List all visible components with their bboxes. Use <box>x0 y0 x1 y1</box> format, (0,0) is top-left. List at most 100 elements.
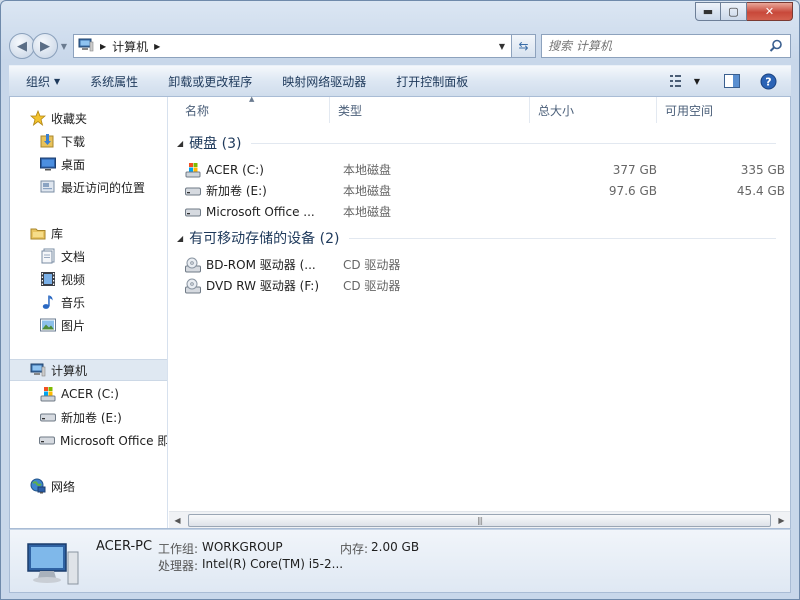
nav-drive-c-label: ACER (C:) <box>61 387 119 401</box>
minimize-button[interactable]: ▬ <box>695 2 721 21</box>
nav-recent-label: 最近访问的位置 <box>61 180 146 195</box>
optical-drive-icon <box>185 278 201 294</box>
nav-music-label: 音乐 <box>61 295 86 310</box>
preview-pane-button[interactable] <box>724 74 740 88</box>
drive-row[interactable]: 新加卷 (E:) 本地磁盘 97.6 GB 45.4 GB <box>185 180 785 201</box>
recent-places-icon <box>39 179 56 195</box>
drive-row[interactable]: ACER (C:) 本地磁盘 377 GB 335 GB <box>185 159 785 180</box>
chevron-down-icon: ▼ <box>60 41 68 51</box>
nav-videos[interactable]: 视频 <box>10 268 167 290</box>
open-control-panel-button[interactable]: 打开控制面板 <box>381 66 483 96</box>
refresh-button[interactable]: ⇆ <box>512 34 536 58</box>
drive-type: CD 驱动器 <box>343 258 401 272</box>
drive-row[interactable]: Microsoft Office ... 本地磁盘 <box>185 201 776 222</box>
nav-libraries[interactable]: 库 <box>10 222 167 244</box>
drive-row[interactable]: BD-ROM 驱动器 (... CD 驱动器 <box>185 254 776 275</box>
arrow-right-icon: ▶ <box>778 515 785 525</box>
organize-button[interactable]: 组织 ▼ <box>9 66 75 96</box>
drive-type: 本地磁盘 <box>343 163 392 177</box>
nav-drive-office[interactable]: Microsoft Office 即 <box>10 429 167 451</box>
column-name[interactable]: 名称 <box>177 97 330 123</box>
video-icon <box>39 271 56 287</box>
nav-music[interactable]: 音乐 <box>10 291 167 313</box>
view-options-button[interactable]: ▼ <box>669 75 700 87</box>
nav-drive-e[interactable]: 新加卷 (E:) <box>10 406 167 428</box>
scroll-right-button[interactable]: ▶ <box>773 512 790 529</box>
drive-type: 本地磁盘 <box>343 205 392 219</box>
scroll-left-button[interactable]: ◀ <box>169 512 186 529</box>
address-bar[interactable]: ▶ 计算机 ▶ ▼ <box>73 34 512 58</box>
memory-value: 2.00 GB <box>371 540 420 554</box>
nav-computer-label: 计算机 <box>51 363 88 378</box>
column-free-space[interactable]: 可用空间 <box>657 97 787 123</box>
recent-pages-dropdown[interactable]: ▼ <box>58 42 70 51</box>
drive-type: CD 驱动器 <box>343 279 401 293</box>
close-button[interactable]: ✕ <box>747 2 793 21</box>
organize-label: 组织 <box>26 74 51 89</box>
column-total-size[interactable]: 总大小 <box>530 97 657 123</box>
nav-libraries-label: 库 <box>51 226 64 241</box>
view-list-icon <box>669 75 681 87</box>
navigation-pane[interactable]: 收藏夹 下载 桌面 最近访问的位置 库 文档 视频 音乐 图片 计算机 ACER… <box>10 97 168 528</box>
column-type[interactable]: 类型 <box>330 97 530 123</box>
forward-button[interactable]: ▶ <box>32 33 58 59</box>
uninstall-program-button[interactable]: 卸载或更改程序 <box>153 66 267 96</box>
address-dropdown-icon[interactable]: ▼ <box>499 42 505 51</box>
arrow-left-icon: ◀ <box>17 38 27 54</box>
group-divider <box>251 142 776 144</box>
refresh-icon: ⇆ <box>518 39 529 53</box>
group-removable-storage[interactable]: ◢ 有可移动存储的设备 (2) <box>177 228 776 248</box>
help-button[interactable]: ? <box>760 73 777 90</box>
uninstall-label: 卸载或更改程序 <box>168 74 253 89</box>
nav-drive-c[interactable]: ACER (C:) <box>10 383 167 405</box>
optical-drive-icon <box>185 257 201 273</box>
explorer-window: ▬ ▢ ✕ ◀ ▶ ▼ ▶ 计算机 ▶ ▼ ⇆ 组织▼ 系统属性 卸载或更改程序… <box>0 0 800 600</box>
nav-pictures-label: 图片 <box>61 318 86 333</box>
arrow-right-icon: ▶ <box>40 38 50 54</box>
nav-computer[interactable]: 计算机 <box>10 359 167 381</box>
nav-pictures[interactable]: 图片 <box>10 314 167 336</box>
collapse-triangle-icon[interactable]: ◢ <box>177 139 183 148</box>
file-list-pane[interactable]: ▲ 名称 类型 总大小 可用空间 ◢ 硬盘 (3) ACER (C:) 本地磁盘… <box>169 95 790 528</box>
breadcrumb-separator-icon[interactable]: ▶ <box>100 42 106 51</box>
scroll-thumb[interactable]: ||| <box>188 513 771 527</box>
search-input[interactable] <box>548 39 748 53</box>
workgroup-value: WORKGROUP <box>202 540 283 554</box>
system-properties-label: 系统属性 <box>90 74 139 89</box>
group-hard-disks[interactable]: ◢ 硬盘 (3) <box>177 133 776 153</box>
drive-row[interactable]: DVD RW 驱动器 (F:) CD 驱动器 <box>185 275 776 296</box>
nav-videos-label: 视频 <box>61 272 86 287</box>
caption-buttons: ▬ ▢ ✕ <box>695 2 793 22</box>
documents-icon <box>39 248 56 264</box>
system-drive-icon <box>185 162 201 178</box>
workgroup-label: 工作组: <box>158 542 199 556</box>
nav-downloads[interactable]: 下载 <box>10 130 167 152</box>
column-free-label: 可用空间 <box>665 103 714 118</box>
map-network-drive-button[interactable]: 映射网络驱动器 <box>267 66 381 96</box>
computer-large-icon <box>26 542 80 591</box>
control-panel-label: 打开控制面板 <box>396 74 469 89</box>
scroll-track[interactable]: ||| <box>186 513 773 527</box>
map-drive-label: 映射网络驱动器 <box>282 74 367 89</box>
drive-total-size: 97.6 GB <box>608 183 657 198</box>
search-icon[interactable] <box>769 39 783 56</box>
computer-icon <box>29 362 46 378</box>
music-note-icon <box>39 294 56 310</box>
nav-desktop[interactable]: 桌面 <box>10 153 167 175</box>
system-properties-button[interactable]: 系统属性 <box>75 66 153 96</box>
breadcrumb-computer[interactable]: 计算机 <box>112 38 148 55</box>
horizontal-scrollbar[interactable]: ◀ ||| ▶ <box>169 511 790 528</box>
computer-name: ACER-PC <box>96 539 153 554</box>
drive-name: 新加卷 (E:) <box>206 184 267 198</box>
collapse-triangle-icon[interactable]: ◢ <box>177 234 183 243</box>
maximize-button[interactable]: ▢ <box>721 2 747 21</box>
breadcrumb-separator-icon[interactable]: ▶ <box>154 42 160 51</box>
search-box[interactable] <box>541 34 791 58</box>
nav-network[interactable]: 网络 <box>10 475 167 497</box>
drive-free-space: 335 GB <box>740 162 785 177</box>
nav-documents[interactable]: 文档 <box>10 245 167 267</box>
nav-favorites[interactable]: 收藏夹 <box>10 107 167 129</box>
chevron-down-icon: ▼ <box>54 76 61 86</box>
nav-recent-places[interactable]: 最近访问的位置 <box>10 176 167 198</box>
drive-name: BD-ROM 驱动器 (... <box>206 258 316 272</box>
